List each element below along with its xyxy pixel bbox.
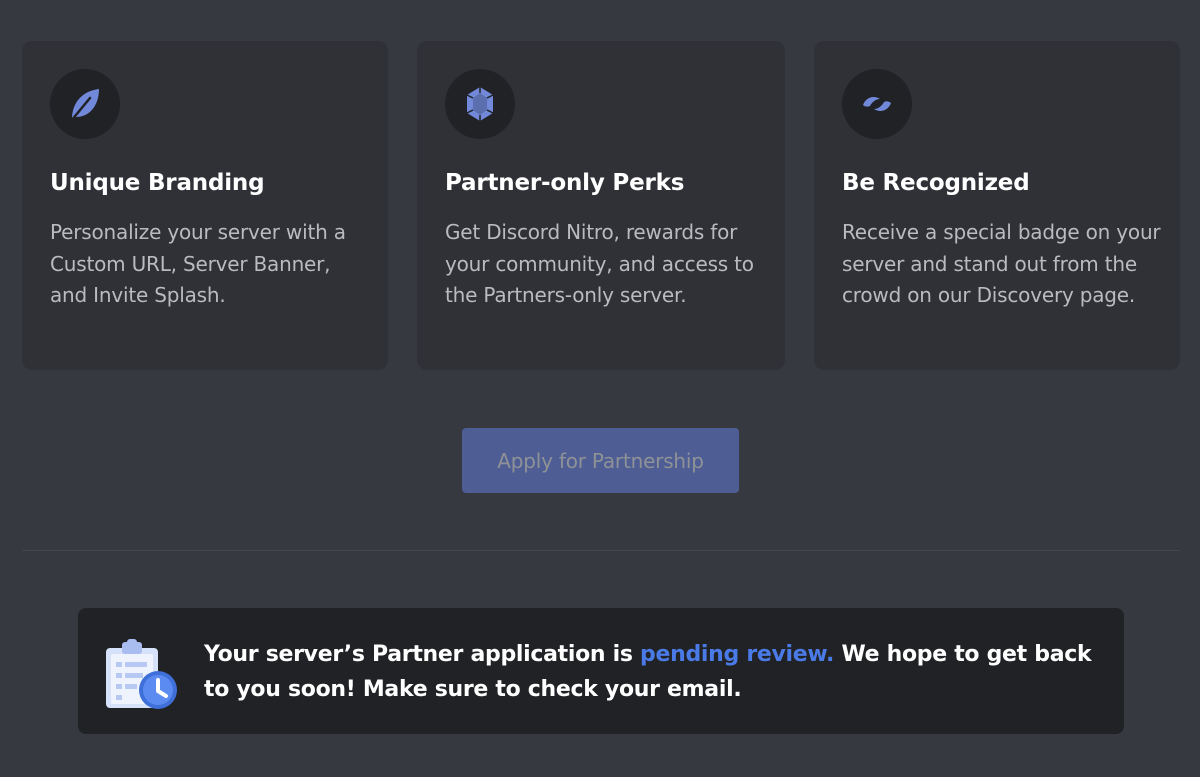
section-divider [22, 550, 1180, 551]
card-description: Personalize your server with a Custom UR… [50, 220, 346, 307]
feature-card-unique-branding: Unique Branding Personalize your server … [22, 41, 388, 370]
card-title: Unique Branding [50, 170, 265, 196]
status-text-before: Your server’s Partner application is [204, 642, 641, 667]
application-status-text: Your server’s Partner application is pen… [204, 637, 1104, 707]
feature-card-partner-only-perks: Partner-only Perks Get Discord Nitro, re… [417, 41, 785, 370]
feature-icon-circle [445, 69, 515, 139]
card-title: Be Recognized [842, 170, 1030, 196]
feature-icon-circle [842, 69, 912, 139]
gem-icon [466, 87, 494, 121]
leaf-icon [69, 89, 99, 123]
partner-program-page: Unique Branding Personalize your server … [0, 0, 1200, 777]
clipboard-clock-icon [106, 639, 177, 709]
apply-for-partnership-button[interactable]: Apply for Partnership [462, 428, 739, 493]
card-description: Receive a special badge on your server a… [842, 220, 1161, 307]
card-description: Get Discord Nitro, rewards for your comm… [445, 220, 754, 307]
feature-icon-circle [50, 69, 120, 139]
application-status-notice: Your server’s Partner application is pen… [78, 608, 1124, 734]
card-title: Partner-only Perks [445, 170, 685, 196]
pending-review-link[interactable]: pending review. [640, 642, 834, 667]
feature-card-be-recognized: Be Recognized Receive a special badge on… [814, 41, 1180, 370]
partner-badge-icon [863, 97, 891, 111]
